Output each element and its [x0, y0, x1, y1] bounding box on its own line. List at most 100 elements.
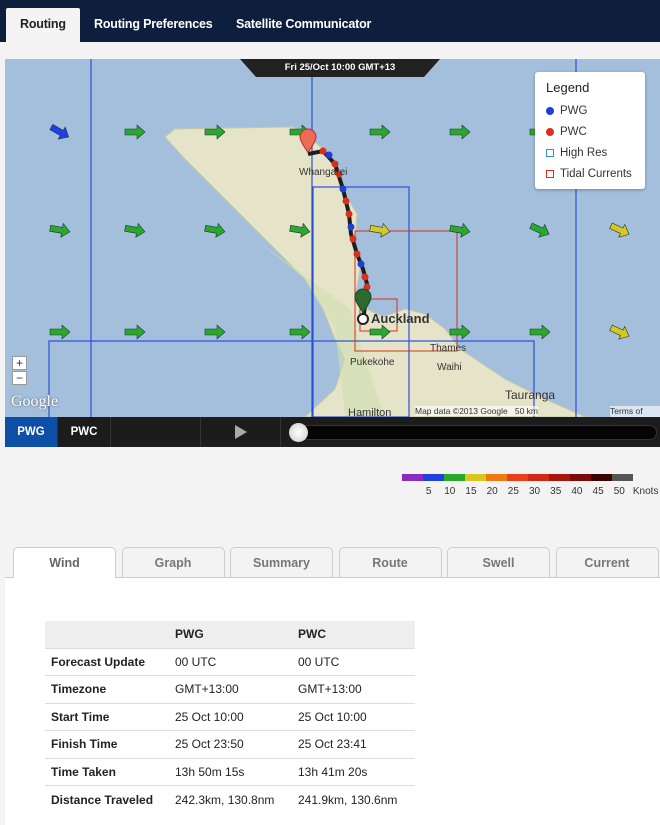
route-point — [342, 197, 350, 205]
tab-satellite-communicator[interactable]: Satellite Communicator — [222, 8, 385, 42]
time-label: Fri 25/Oct 10:00 GMT+13 — [240, 59, 440, 77]
wind-scale-swatch — [423, 474, 444, 481]
wind-arrow-icon — [204, 324, 226, 340]
cell-value: 25 Oct 10:00 — [292, 702, 415, 731]
route-point — [319, 147, 327, 155]
place-label: Thames — [430, 343, 466, 354]
route-point — [347, 223, 355, 231]
timeline-handle[interactable] — [289, 423, 308, 442]
cell-value: 25 Oct 23:50 — [169, 730, 292, 758]
place-label: Tauranga — [505, 388, 555, 402]
timeline-slider[interactable] — [295, 425, 657, 440]
land — [164, 126, 586, 417]
tab-current[interactable]: Current — [555, 547, 659, 577]
tab-summary[interactable]: Summary — [230, 547, 333, 577]
google-logo: Google — [11, 393, 59, 410]
wind-arrow-icon — [289, 324, 311, 340]
table-row: Forecast Update 00 UTC 00 UTC — [45, 647, 415, 676]
cell-value: 13h 50m 15s — [169, 757, 292, 786]
wind-scale-swatch — [402, 474, 423, 481]
wind-scale-swatch — [612, 474, 633, 481]
row-label: Forecast Update — [45, 647, 169, 676]
wind-arrow-icon — [449, 124, 471, 140]
route-point — [339, 185, 347, 193]
wind-scale-tick: 50 — [613, 486, 625, 497]
route-pwc-button[interactable]: PWC — [58, 417, 111, 447]
route-point — [357, 260, 365, 268]
wind-scale-tick: 15 — [465, 486, 477, 497]
wind-arrow-icon — [124, 124, 146, 140]
route-point — [361, 273, 369, 281]
place-label: Waihi — [437, 362, 462, 373]
row-label: Distance Traveled — [45, 785, 169, 813]
route-comparison-table: PWG PWC Forecast Update 00 UTC 00 UTC Timezo… — [45, 621, 415, 813]
column-header: PWC — [292, 621, 415, 648]
scale-label: 50 km — [514, 406, 538, 416]
wind-scale-swatch — [570, 474, 591, 481]
wind-scale-swatch — [444, 474, 465, 481]
wind-scale-tick: 20 — [486, 486, 498, 497]
wind-arrow-icon — [369, 222, 391, 238]
top-nav: Routing Routing Preferences Satellite Co… — [0, 0, 660, 42]
wind-arrow-icon — [449, 324, 471, 340]
column-header — [45, 621, 169, 648]
tab-swell[interactable]: Swell — [447, 547, 550, 577]
zoom-out-button[interactable]: − — [12, 371, 27, 385]
wind-scale — [402, 474, 633, 481]
wind-scale-tick: 35 — [550, 486, 562, 497]
tab-routing-preferences[interactable]: Routing Preferences — [80, 8, 226, 42]
tab-wind[interactable]: Wind — [13, 547, 116, 578]
legend-item-tidal-currents: Tidal Currents — [546, 163, 645, 184]
wind-scale-swatch — [465, 474, 486, 481]
place-label: Pukekohe — [350, 357, 395, 368]
wind-arrow-icon — [609, 324, 630, 340]
wind-scale-ticks: 5 10 15 20 25 30 35 40 45 50 Knots — [418, 486, 659, 497]
row-label: Timezone — [45, 675, 169, 703]
wind-arrow-icon — [49, 123, 70, 140]
wind-scale-tick: 25 — [507, 486, 519, 497]
wind-arrow-icon — [449, 222, 471, 238]
cell-value: 13h 41m 20s — [292, 757, 415, 786]
time-text: Fri 25/Oct 10:00 GMT+13 — [284, 62, 396, 73]
play-button[interactable] — [201, 417, 281, 447]
place-label: Auckland — [371, 311, 430, 326]
legend-item-pwg: PWG — [546, 100, 645, 121]
cell-value: GMT+13:00 — [169, 675, 292, 703]
legend-item-pwc: PWC — [546, 121, 645, 142]
wind-arrow-icon — [49, 222, 71, 238]
row-label: Finish Time — [45, 730, 169, 758]
playback-bar: PWG PWC — [5, 417, 660, 447]
map[interactable]: Whangarei Auckland Thames Pukekohe Waihi… — [5, 59, 660, 417]
cell-value: 241.9km, 130.6nm — [292, 785, 415, 813]
place-label: Whangarei — [299, 167, 347, 178]
terms-link[interactable]: Terms of Use — [610, 406, 660, 417]
high-res-grid — [48, 59, 577, 417]
wind-arrow-icon — [124, 324, 146, 340]
wind-arrow-icon — [609, 222, 630, 238]
play-icon — [234, 425, 247, 439]
legend-item-high-res: High Res — [546, 142, 645, 163]
wind-scale-unit: Knots — [632, 486, 659, 497]
tab-route[interactable]: Route — [338, 547, 442, 577]
wind-scale-tick: 45 — [592, 486, 604, 497]
wind-scale-tick: 30 — [528, 486, 541, 497]
tab-graph[interactable]: Graph — [121, 547, 225, 577]
wind-scale-swatch — [507, 474, 528, 481]
legend: Legend PWG PWC High Res Tidal Currents — [535, 72, 645, 189]
cell-value: 00 UTC — [292, 647, 415, 676]
zoom-in-button[interactable]: + — [12, 356, 27, 370]
cell-value: 242.3km, 130.8nm — [169, 785, 292, 813]
table-row: Time Taken 13h 50m 15s 13h 41m 20s — [45, 757, 415, 786]
row-label: Start Time — [45, 702, 169, 731]
cell-value: 25 Oct 10:00 — [169, 702, 292, 731]
column-header: PWG — [169, 621, 292, 648]
map-attribution: Map data ©2013 Google 50 km — [415, 406, 538, 416]
wind-arrow-icon — [529, 324, 551, 340]
tab-routing[interactable]: Routing — [6, 8, 80, 42]
table-row: Start Time 25 Oct 10:00 25 Oct 10:00 — [45, 702, 415, 731]
wind-arrow-icon — [529, 222, 550, 238]
table-row: Finish Time 25 Oct 23:50 25 Oct 23:41 — [45, 730, 415, 758]
route-pwg-button[interactable]: PWG — [5, 417, 58, 447]
wind-scale-tick: 40 — [571, 486, 583, 497]
row-label: Time Taken — [45, 757, 169, 786]
